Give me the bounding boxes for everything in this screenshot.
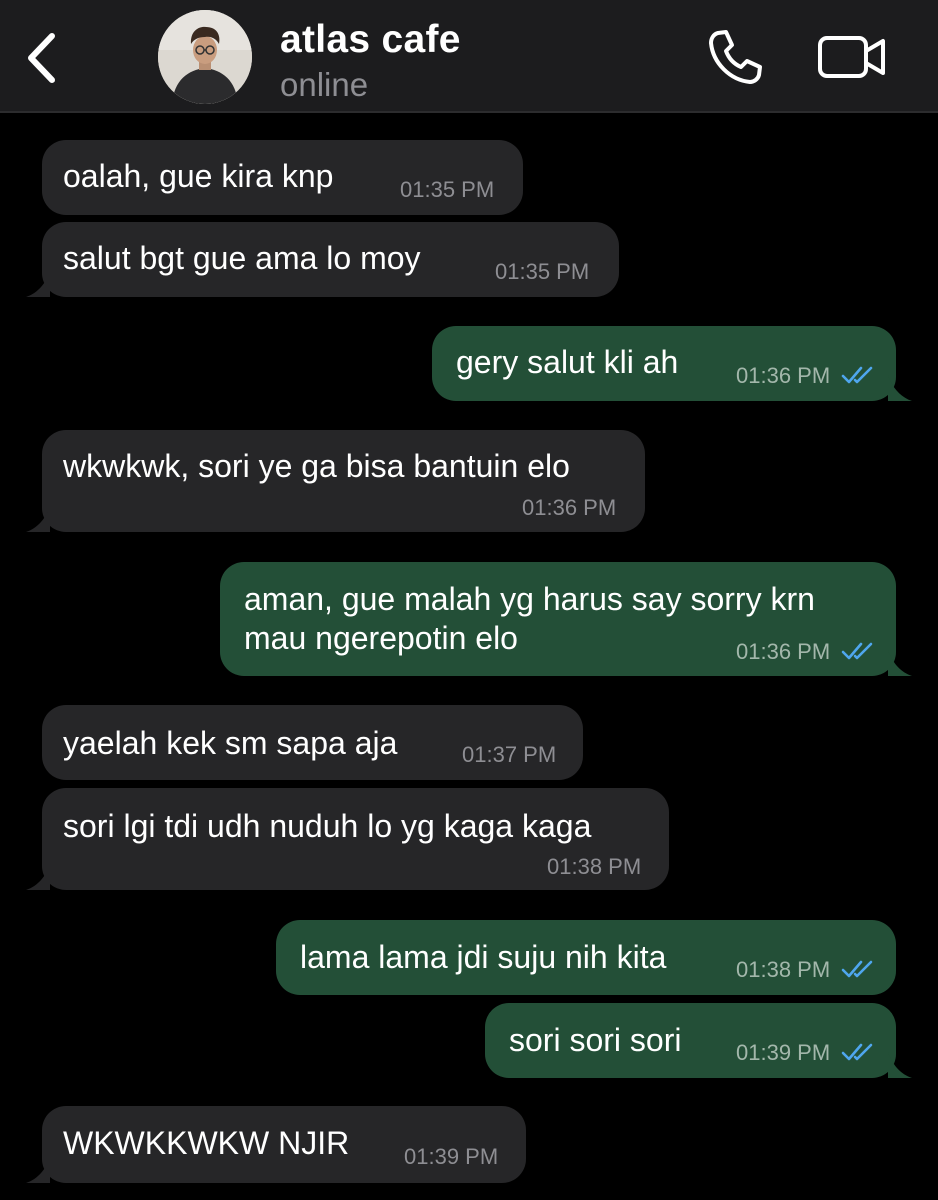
message-text: sori lgi tdi udh nuduh lo yg kaga kaga xyxy=(63,808,592,844)
voice-call-button[interactable] xyxy=(706,28,764,86)
message-bubble-incoming[interactable]: oalah, gue kira knp 01:35 PM xyxy=(42,140,523,215)
message-bubble-outgoing[interactable]: lama lama jdi suju nih kita 01:38 PM xyxy=(276,920,896,995)
message-bubble-incoming[interactable]: wkwkwk, sori ye ga bisa bantuin elo 01:3… xyxy=(26,430,645,532)
message-timestamp: 01:39 PM xyxy=(736,1040,831,1065)
message-text: sori sori sori xyxy=(509,1022,682,1058)
bubble-tail xyxy=(26,506,50,532)
contact-status: online xyxy=(280,66,369,103)
message-bubble-outgoing[interactable]: gery salut kli ah 01:36 PM xyxy=(432,326,912,401)
chat-screen: atlas cafe online oalah, gue kira knp 01… xyxy=(0,0,938,1200)
bubble-tail xyxy=(888,1052,912,1078)
bubble-tail xyxy=(26,271,50,297)
message-text: oalah, gue kira knp xyxy=(63,158,334,194)
message-text: WKWKKWKW NJIR xyxy=(63,1125,350,1161)
read-receipt-icon xyxy=(841,960,873,978)
message-bubble-outgoing[interactable]: sori sori sori 01:39 PM xyxy=(485,1003,912,1078)
bubble-tail xyxy=(888,650,912,676)
bubble-tail xyxy=(26,864,50,890)
chat-header: atlas cafe online xyxy=(0,0,938,113)
chevron-left-icon xyxy=(28,33,55,83)
message-text: gery salut kli ah xyxy=(456,344,679,380)
message-text: yaelah kek sm sapa aja xyxy=(63,725,398,761)
message-text: lama lama jdi suju nih kita xyxy=(300,939,667,975)
message-timestamp: 01:35 PM xyxy=(495,259,590,284)
back-button[interactable] xyxy=(18,22,68,92)
message-timestamp: 01:37 PM xyxy=(462,742,557,767)
message-bubble-outgoing[interactable]: aman, gue malah yg harus say sorry krn m… xyxy=(220,562,912,676)
message-text: salut bgt gue ama lo moy xyxy=(63,240,421,276)
message-timestamp: 01:36 PM xyxy=(522,495,617,520)
message-text-line-1: aman, gue malah yg harus say sorry krn xyxy=(244,581,815,617)
message-timestamp: 01:38 PM xyxy=(736,957,831,982)
video-call-button[interactable] xyxy=(817,34,887,80)
message-bubble-incoming[interactable]: salut bgt gue ama lo moy 01:35 PM xyxy=(26,222,619,297)
message-text-line-2: mau ngerepotin elo xyxy=(244,620,518,656)
message-timestamp: 01:36 PM xyxy=(736,363,831,388)
message-timestamp: 01:38 PM xyxy=(547,854,642,879)
message-bubble-incoming[interactable]: sori lgi tdi udh nuduh lo yg kaga kaga 0… xyxy=(26,788,669,890)
read-receipt-icon xyxy=(841,1043,873,1061)
message-timestamp: 01:36 PM xyxy=(736,639,831,664)
message-timestamp: 01:39 PM xyxy=(404,1144,499,1169)
avatar-image xyxy=(158,10,252,104)
phone-icon xyxy=(709,30,762,84)
message-timestamp: 01:35 PM xyxy=(400,177,495,202)
video-camera-icon xyxy=(818,36,885,78)
message-text: wkwkwk, sori ye ga bisa bantuin elo xyxy=(63,448,570,484)
bubble-tail xyxy=(888,375,912,401)
message-bubble-incoming[interactable]: yaelah kek sm sapa aja 01:37 PM xyxy=(42,705,583,780)
message-bubble-incoming[interactable]: WKWKKWKW NJIR 01:39 PM xyxy=(26,1106,526,1183)
bubble-tail xyxy=(26,1157,50,1183)
read-receipt-icon xyxy=(841,642,873,660)
read-receipt-icon xyxy=(841,366,873,384)
avatar[interactable] xyxy=(158,10,252,104)
contact-name[interactable]: atlas cafe xyxy=(280,18,461,62)
